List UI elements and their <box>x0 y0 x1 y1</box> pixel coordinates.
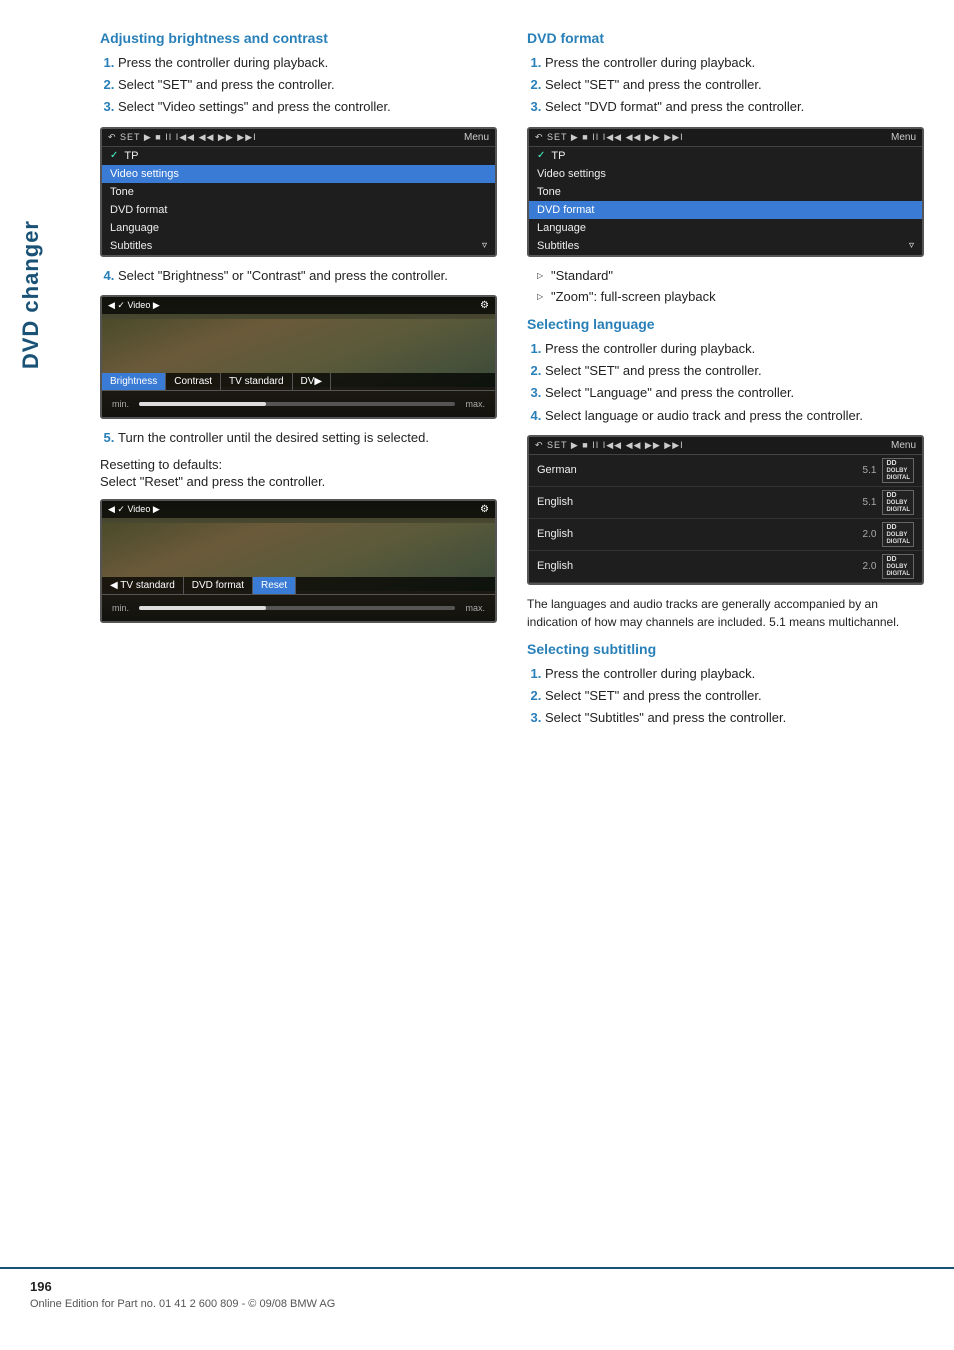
menu-row-tp: ✓ TP <box>102 147 495 165</box>
right-column: DVD format Press the controller during p… <box>527 30 924 737</box>
list-item: Press the controller during playback. <box>118 54 497 72</box>
list-item: Press the controller during playback. <box>545 54 924 72</box>
slider-max-2: max. <box>465 603 485 613</box>
list-item: Select "SET" and press the controller. <box>545 76 924 94</box>
left-column: Adjusting brightness and contrast Press … <box>100 30 497 737</box>
list-item: Select "Brightness" or "Contrast" and pr… <box>118 267 497 285</box>
tab-brightness[interactable]: Brightness <box>102 373 166 390</box>
slider-row: min. max. <box>102 391 495 417</box>
menu-row-sub-dvd: Subtitles ▿ <box>529 237 922 255</box>
slider-min-label: min. <box>112 399 129 409</box>
screen-dvd-format: ↶ SET ▶ ■ II I◀◀ ◀◀ ▶▶ ▶▶I Menu ✓ TP Vid… <box>527 127 924 257</box>
screen-brightness: ◀ ✓ Video ▶ ⚙ Brightness Contrast TV sta… <box>100 295 497 419</box>
tab-tv-standard[interactable]: TV standard <box>221 373 292 390</box>
list-item: "Standard" <box>537 267 924 285</box>
list-item: Select "SET" and press the controller. <box>118 76 497 94</box>
list-item: Select "Language" and press the controll… <box>545 384 924 402</box>
left-section-title: Adjusting brightness and contrast <box>100 30 497 46</box>
settings-icon: ⚙ <box>480 300 489 311</box>
screen-toolbar-lang: ↶ SET ▶ ■ II I◀◀ ◀◀ ▶▶ ▶▶I Menu <box>529 437 922 455</box>
video-toolbar-2: ◀ ✓ Video ▶ ⚙ <box>102 501 495 518</box>
dvd-format-bullets: "Standard" "Zoom": full-screen playback <box>527 267 924 306</box>
selecting-language-title: Selecting language <box>527 316 924 332</box>
slider-bar[interactable] <box>139 402 455 406</box>
menu-row-video-settings: Video settings <box>102 165 495 183</box>
tab-contrast[interactable]: Contrast <box>166 373 221 390</box>
resetting-label: Resetting to defaults: <box>100 457 497 472</box>
step5-container: Turn the controller until the desired se… <box>100 429 497 447</box>
list-item: "Zoom": full-screen playback <box>537 288 924 306</box>
slider-max-label: max. <box>465 399 485 409</box>
tab-reset[interactable]: Reset <box>253 577 296 594</box>
menu-row-dvd-format: DVD format <box>102 201 495 219</box>
list-item: Press the controller during playback. <box>545 665 924 683</box>
settings-tabs: Brightness Contrast TV standard DV▶ <box>102 373 495 391</box>
language-note: The languages and audio tracks are gener… <box>527 595 924 631</box>
tab-dv[interactable]: DV▶ <box>293 373 332 390</box>
check-icon: ✓ <box>110 150 118 161</box>
list-item: Press the controller during playback. <box>545 340 924 358</box>
left-steps: Press the controller during playback. Se… <box>100 54 497 117</box>
screen-reset: ◀ ✓ Video ▶ ⚙ ◀ TV standard DVD format R… <box>100 499 497 623</box>
dvd-format-steps: Press the controller during playback. Se… <box>527 54 924 117</box>
slider-fill-2 <box>139 606 266 610</box>
step4-container: Select "Brightness" or "Contrast" and pr… <box>100 267 497 285</box>
dvd-format-title: DVD format <box>527 30 924 46</box>
slider-bar-2[interactable] <box>139 606 455 610</box>
video-bg: ◀ ✓ Video ▶ ⚙ Brightness Contrast TV sta… <box>102 297 495 417</box>
slider-fill <box>139 402 266 406</box>
menu-row-vs-dvd: Video settings <box>529 165 922 183</box>
lang-row-english-3: English 2.0 DDDOLBYDIGITAL <box>529 551 922 583</box>
slider-row-2: min. max. <box>102 595 495 621</box>
footer: 196 Online Edition for Part no. 01 41 2 … <box>0 1267 954 1310</box>
sidebar-label: DVD changer <box>18 220 44 369</box>
toolbar-icons-lang: ↶ SET ▶ ■ II I◀◀ ◀◀ ▶▶ ▶▶I <box>535 440 684 451</box>
screen-language: ↶ SET ▶ ■ II I◀◀ ◀◀ ▶▶ ▶▶I Menu German 5… <box>527 435 924 585</box>
list-item: Select "Subtitles" and press the control… <box>545 709 924 727</box>
screen-menu-dvd: ✓ TP Video settings Tone DVD format Lang… <box>529 147 922 255</box>
list-item: Turn the controller until the desired se… <box>118 429 497 447</box>
menu-row-language: Language <box>102 219 495 237</box>
screen-menu-1: ✓ TP Video settings Tone DVD format Lang… <box>102 147 495 255</box>
toolbar-icon-set: ↶ SET ▶ ■ II I◀◀ ◀◀ ▶▶ ▶▶I <box>108 132 257 143</box>
menu-row-subtitles: Subtitles ▿ <box>102 237 495 255</box>
menu-label-dvd: Menu <box>891 132 916 143</box>
list-item: Select "Video settings" and press the co… <box>118 98 497 116</box>
lang-row-english-2: English 2.0 DDDOLBYDIGITAL <box>529 519 922 551</box>
video-settings-bar: Brightness Contrast TV standard DV▶ min.… <box>102 373 495 417</box>
screen-toolbar-dvd: ↶ SET ▶ ■ II I◀◀ ◀◀ ▶▶ ▶▶I Menu <box>529 129 922 147</box>
language-list: German 5.1 DDDOLBYDIGITAL English 5.1 DD… <box>529 455 922 583</box>
toolbar-icons-dvd: ↶ SET ▶ ■ II I◀◀ ◀◀ ▶▶ ▶▶I <box>535 132 684 143</box>
list-item: Select "SET" and press the controller. <box>545 687 924 705</box>
menu-row-dvdformat-dvd: DVD format <box>529 201 922 219</box>
screen-toolbar-1: ↶ SET ▶ ■ II I◀◀ ◀◀ ▶▶ ▶▶I Menu <box>102 129 495 147</box>
list-item: Select "DVD format" and press the contro… <box>545 98 924 116</box>
menu-row-lang-dvd: Language <box>529 219 922 237</box>
video-toolbar: ◀ ✓ Video ▶ ⚙ <box>102 297 495 314</box>
menu-label: Menu <box>464 132 489 143</box>
list-item: Select language or audio track and press… <box>545 407 924 425</box>
menu-row-tone-dvd: Tone <box>529 183 922 201</box>
list-item: Select "SET" and press the controller. <box>545 362 924 380</box>
reset-instruction: Select "Reset" and press the controller. <box>100 474 497 489</box>
slider-min-2: min. <box>112 603 129 613</box>
reset-tabs: ◀ TV standard DVD format Reset <box>102 577 495 595</box>
video-bg-2: ◀ ✓ Video ▶ ⚙ ◀ TV standard DVD format R… <box>102 501 495 621</box>
selecting-subtitling-title: Selecting subtitling <box>527 641 924 657</box>
subtitling-steps: Press the controller during playback. Se… <box>527 665 924 728</box>
settings-icon-2: ⚙ <box>480 504 489 515</box>
page-number: 196 <box>30 1279 924 1294</box>
lang-row-english-1: English 5.1 DDDOLBYDIGITAL <box>529 487 922 519</box>
screen-video-settings: ↶ SET ▶ ■ II I◀◀ ◀◀ ▶▶ ▶▶I Menu ✓ TP Vid… <box>100 127 497 257</box>
menu-label-lang: Menu <box>891 440 916 451</box>
tab-dvd-fmt[interactable]: DVD format <box>184 577 253 594</box>
tab-tv-std[interactable]: ◀ TV standard <box>102 577 184 594</box>
menu-row-tp-dvd: ✓ TP <box>529 147 922 165</box>
video-settings-bar-2: ◀ TV standard DVD format Reset min. max. <box>102 577 495 621</box>
menu-row-tone: Tone <box>102 183 495 201</box>
lang-row-german: German 5.1 DDDOLBYDIGITAL <box>529 455 922 487</box>
copyright-text: Online Edition for Part no. 01 41 2 600 … <box>30 1298 924 1310</box>
lang-steps: Press the controller during playback. Se… <box>527 340 924 425</box>
